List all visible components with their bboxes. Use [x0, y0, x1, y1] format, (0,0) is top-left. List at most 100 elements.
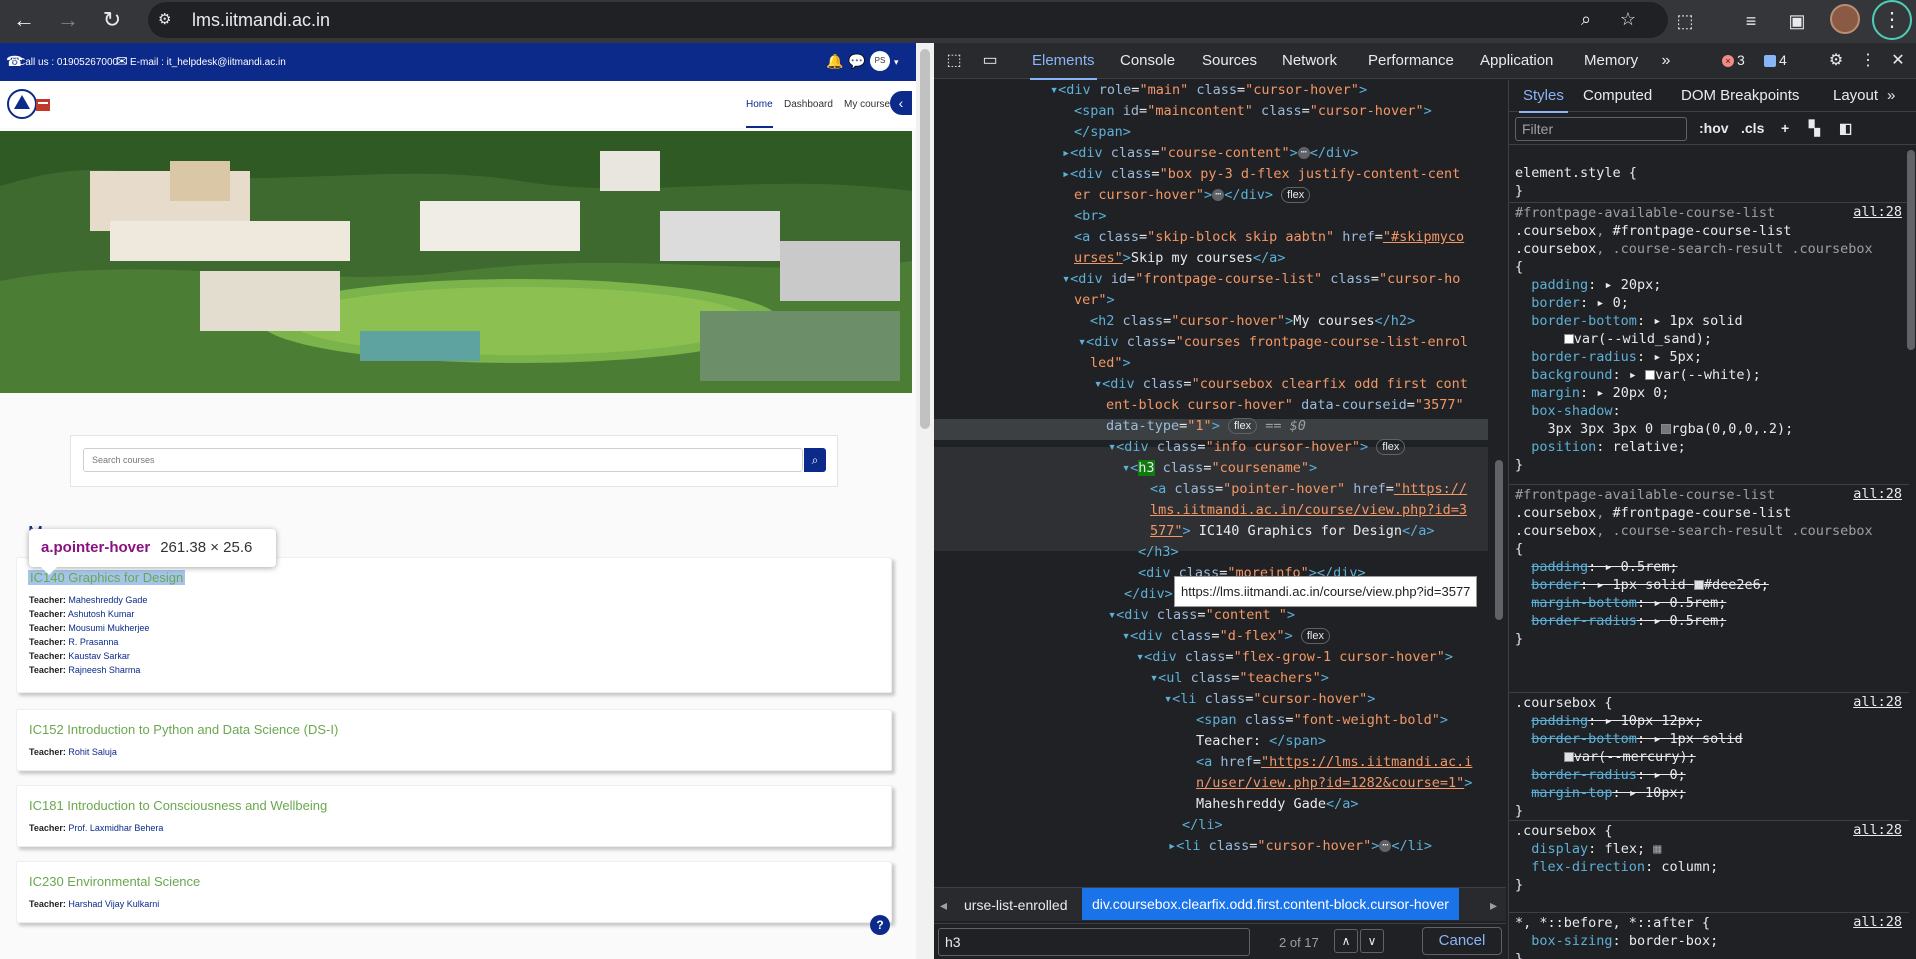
dom-node[interactable]: 577"> IC140 Graphics for Design</a>: [1150, 521, 1435, 542]
dom-node[interactable]: ▾<div class="coursebox clearfix odd firs…: [1094, 374, 1468, 395]
nav-my-courses[interactable]: My courses: [844, 99, 895, 110]
dom-node[interactable]: lms.iitmandi.ac.in/course/view.php?id=3: [1150, 500, 1467, 521]
dom-node[interactable]: ▾<h3 class="coursename">: [1122, 458, 1317, 479]
dom-node[interactable]: data-type="1"> flex == $0: [1106, 416, 1306, 437]
dom-node[interactable]: ▾<div class="flex-grow-1 cursor-hover">: [1136, 647, 1453, 668]
page-scrollbar-thumb[interactable]: [920, 49, 930, 429]
breadcrumb-scroll-right-icon[interactable]: ▸: [1490, 897, 1497, 914]
find-next-chevron-down-icon[interactable]: ∨: [1360, 929, 1384, 953]
find-cancel-button[interactable]: Cancel: [1422, 927, 1502, 955]
chrome-menu-icon[interactable]: ⋮: [1872, 0, 1912, 40]
address-bar[interactable]: ⚙ lms.iitmandi.ac.in ⌕ ☆: [148, 2, 1668, 38]
dom-node[interactable]: <br>: [1074, 206, 1107, 227]
device-toolbar-icon[interactable]: ▭: [978, 49, 1002, 73]
teacher-link[interactable]: R. Prasanna: [68, 637, 118, 647]
iit-mandi-logo[interactable]: [6, 87, 52, 121]
chevron-down-icon[interactable]: ▾: [894, 57, 899, 68]
tab-elements[interactable]: Elements: [1030, 52, 1097, 80]
dom-node[interactable]: ▾<ul class="teachers">: [1150, 668, 1329, 689]
tab-memory[interactable]: Memory: [1584, 52, 1638, 69]
css-rule[interactable]: .coursebox { padding: ▸ 10px 12px; borde…: [1515, 694, 1743, 820]
dom-node[interactable]: urses">Skip my courses</a>: [1074, 248, 1285, 269]
tab-sources[interactable]: Sources: [1202, 52, 1257, 69]
message-count-badge[interactable]: 4: [1764, 52, 1787, 68]
breadcrumb-item-selected[interactable]: div.coursebox.clearfix.odd.first.content…: [1082, 888, 1459, 920]
dom-node[interactable]: n/user/view.php?id=1282&course=1">: [1196, 773, 1472, 794]
new-rule-plus-icon[interactable]: +: [1781, 120, 1789, 136]
nav-dashboard[interactable]: Dashboard: [784, 99, 833, 110]
paint-brush-icon[interactable]: ▚: [1809, 120, 1820, 137]
tab-dom-breakpoints[interactable]: DOM Breakpoints: [1681, 87, 1799, 104]
dom-node[interactable]: ▸<div class="course-content"> ⋯ </div>: [1062, 143, 1359, 164]
dom-node[interactable]: er cursor-hover"> ⋯ </div> flex: [1074, 185, 1311, 206]
css-rule[interactable]: #frontpage-available-course-list .course…: [1515, 486, 1873, 648]
notification-bell-icon[interactable]: 🔔: [826, 53, 843, 70]
extensions-icon[interactable]: ⬚: [1670, 6, 1700, 36]
inspect-element-icon[interactable]: ⬚: [942, 49, 966, 73]
dom-node[interactable]: ▾<div role="main" class="cursor-hover">: [1050, 80, 1367, 101]
tab-layout[interactable]: Layout: [1833, 87, 1878, 104]
dom-node[interactable]: Teacher: </span>: [1196, 731, 1326, 752]
profile-avatar[interactable]: [1830, 4, 1860, 34]
more-tabs-chevron-icon[interactable]: »: [1654, 49, 1678, 73]
element-style-rule[interactable]: element.style { }: [1515, 164, 1637, 200]
dom-node[interactable]: <h2 class="cursor-hover">My courses</h2>: [1090, 311, 1415, 332]
dom-node[interactable]: ▾<div id="frontpage-course-list" class="…: [1062, 269, 1460, 290]
styles-scrollbar-thumb[interactable]: [1907, 150, 1915, 350]
dom-vertical-scrollbar[interactable]: [1492, 80, 1506, 882]
dom-node[interactable]: ▾<div class="content ">: [1108, 605, 1295, 626]
dom-vscroll-thumb[interactable]: [1495, 460, 1503, 620]
bookmark-star-icon[interactable]: ☆: [1616, 9, 1640, 33]
media-control-icon[interactable]: ≡: [1736, 6, 1766, 36]
dom-node[interactable]: ▾<div class="courses frontpage-course-li…: [1078, 332, 1468, 353]
page-scrollbar[interactable]: [916, 43, 934, 959]
dom-node[interactable]: </h3>: [1138, 542, 1179, 563]
dom-node[interactable]: Maheshreddy Gade</a>: [1196, 794, 1359, 815]
teacher-link[interactable]: Prof. Laxmidhar Behera: [68, 823, 163, 833]
tab-performance[interactable]: Performance: [1368, 52, 1454, 69]
drawer-toggle-chevron-left-icon[interactable]: ‹: [890, 91, 912, 115]
help-question-icon[interactable]: ?: [870, 915, 890, 935]
user-avatar[interactable]: PS: [870, 51, 890, 71]
css-rule[interactable]: #frontpage-available-course-list .course…: [1515, 204, 1873, 474]
breadcrumb-scroll-left-icon[interactable]: ◂: [940, 897, 947, 914]
tab-computed[interactable]: Computed: [1583, 87, 1652, 104]
tab-network[interactable]: Network: [1282, 52, 1337, 69]
tab-styles[interactable]: Styles: [1519, 87, 1568, 113]
dom-node[interactable]: </span>: [1074, 122, 1131, 143]
source-link[interactable]: all:28: [1853, 822, 1902, 838]
hov-toggle[interactable]: :hov: [1699, 120, 1729, 136]
dom-node[interactable]: </div>: [1124, 584, 1173, 605]
css-rule[interactable]: *, *::before, *::after { box-sizing: bor…: [1515, 914, 1718, 959]
customize-menu-icon[interactable]: ⋮: [1856, 49, 1880, 73]
reload-icon[interactable]: ↻: [96, 4, 128, 36]
css-rule[interactable]: .coursebox { display: flex; ▦ flex-direc…: [1515, 822, 1718, 894]
messages-icon[interactable]: 💬: [848, 53, 865, 70]
tab-application[interactable]: Application: [1480, 52, 1553, 69]
tab-console[interactable]: Console: [1120, 52, 1175, 69]
source-link[interactable]: all:28: [1853, 914, 1902, 930]
settings-gear-icon[interactable]: ⚙: [1824, 49, 1848, 73]
dom-node[interactable]: ▸<div class="box py-3 d-flex justify-con…: [1062, 164, 1460, 185]
error-count-badge[interactable]: × 3: [1722, 52, 1745, 68]
side-panel-icon[interactable]: ▣: [1782, 6, 1812, 36]
back-arrow-icon[interactable]: ←: [8, 4, 40, 36]
more-tabs-chevron-icon[interactable]: »: [1887, 87, 1895, 104]
styles-scrollbar[interactable]: [1905, 150, 1916, 959]
find-previous-chevron-up-icon[interactable]: ∧: [1334, 929, 1358, 953]
breadcrumb-item[interactable]: urse-list-enrolled: [964, 897, 1067, 913]
dom-node[interactable]: ▾<div class="d-flex"> flex: [1122, 626, 1330, 647]
teacher-link[interactable]: Rohit Saluja: [68, 747, 117, 757]
dom-node[interactable]: ent-block cursor-hover" data-courseid="3…: [1106, 395, 1464, 416]
teacher-link[interactable]: Maheshreddy Gade: [68, 595, 147, 605]
teacher-link[interactable]: Rajneesh Sharma: [68, 665, 140, 675]
source-link[interactable]: all:28: [1853, 694, 1902, 710]
dom-node[interactable]: <a class="skip-block skip aabtn" href="#…: [1074, 227, 1464, 248]
course-name-link[interactable]: IC181 Introduction to Consciousness and …: [29, 798, 327, 813]
styles-filter-input[interactable]: Filter: [1515, 117, 1687, 141]
dom-node[interactable]: <span class="font-weight-bold">: [1196, 710, 1448, 731]
dom-node[interactable]: <a class="pointer-hover" href="https://: [1150, 479, 1467, 500]
nav-home[interactable]: Home: [746, 99, 773, 128]
search-icon[interactable]: ⌕: [804, 448, 826, 472]
site-info-icon[interactable]: ⚙: [158, 10, 180, 30]
